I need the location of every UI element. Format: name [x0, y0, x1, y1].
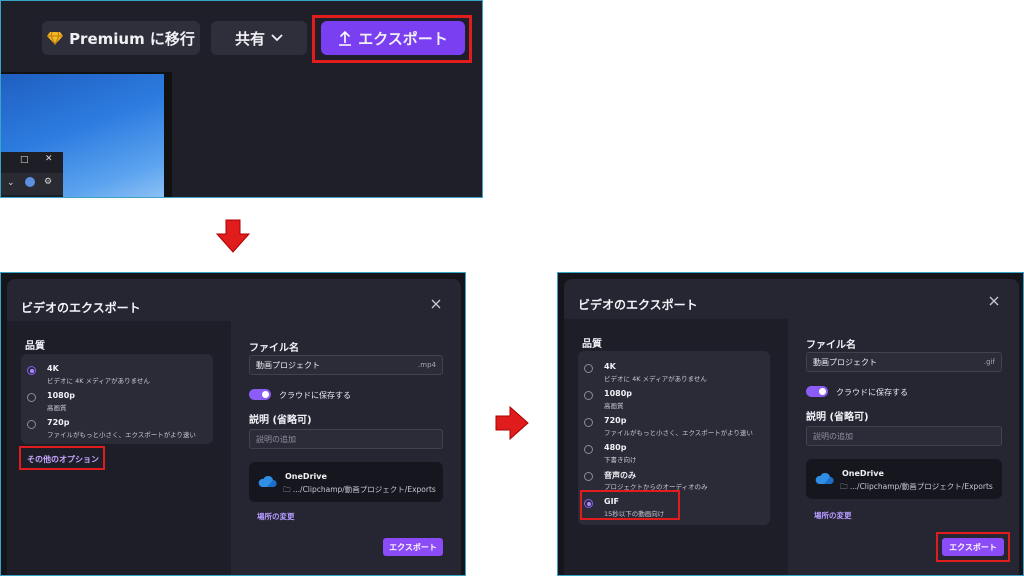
clipchamp-toolbar-screenshot: Premium に移行 共有 エクスポート □ ✕ ⌄ ⚙: [0, 0, 483, 198]
onedrive-cloud-icon: [258, 475, 277, 487]
onedrive-path: 🗀 .../Clipchamp/動画プロジェクト/Exports: [840, 482, 993, 491]
radio[interactable]: [27, 420, 36, 429]
onedrive-cloud-icon: [815, 472, 834, 484]
dialog-title: ビデオのエクスポート: [578, 298, 698, 312]
filename-label: ファイル名: [249, 343, 299, 354]
description-label: 説明 (省略可): [806, 412, 869, 423]
dialog-body: ビデオのエクスポート 品質 4K ビデオに 4K メディアがありません 1080…: [564, 279, 1019, 575]
export-dialog-more-options: ビデオのエクスポート 品質 4K ビデオに 4K メディアがありません 1080…: [557, 272, 1024, 576]
folder-icon: 🗀: [283, 485, 293, 494]
mini-toolbar: ⌄ ⚙: [1, 173, 63, 195]
onedrive-location-card: OneDrive 🗀 .../Clipchamp/動画プロジェクト/Export…: [806, 459, 1002, 499]
description-label: 説明 (省略可): [249, 415, 312, 426]
dialog-title: ビデオのエクスポート: [21, 301, 141, 315]
premium-label: Premium に移行: [69, 29, 195, 48]
share-button[interactable]: 共有: [211, 21, 307, 55]
dialog-body: ビデオのエクスポート 品質 4K ビデオに 4K メディアがありません 1080…: [7, 279, 461, 575]
more-options-highlight: [19, 446, 105, 470]
mini-window-overlay: □ ✕ ⌄ ⚙: [1, 152, 63, 197]
export-button-highlight: [936, 532, 1010, 562]
quality-label: 品質: [582, 339, 602, 350]
radio-selected[interactable]: [27, 366, 36, 375]
close-icon[interactable]: [429, 297, 443, 311]
filename-input[interactable]: 動画プロジェクト .mp4: [249, 355, 443, 375]
cloud-save-label: クラウドに保存する: [279, 391, 351, 400]
export-submit-button[interactable]: エクスポート: [383, 538, 443, 556]
share-label: 共有: [234, 29, 265, 48]
chevron-down-icon: ⌄: [7, 178, 15, 188]
cloud-save-label: クラウドに保存する: [836, 388, 908, 397]
file-extension: .gif: [983, 358, 995, 366]
radio[interactable]: [584, 391, 593, 400]
folder-icon: 🗀: [840, 482, 850, 491]
quality-label: 品質: [25, 341, 45, 352]
arrow-down-icon: [215, 219, 251, 253]
filename-input[interactable]: 動画プロジェクト .gif: [806, 352, 1002, 372]
description-input[interactable]: 説明の追加: [806, 426, 1002, 446]
chevron-down-icon: [271, 34, 283, 42]
diamond-icon: [47, 31, 64, 45]
gear-icon: ⚙: [44, 177, 53, 187]
onedrive-location-card: OneDrive 🗀 .../Clipchamp/動画プロジェクト/Export…: [249, 462, 443, 502]
file-extension: .mp4: [418, 361, 436, 369]
radio[interactable]: [584, 445, 593, 454]
onedrive-name: OneDrive: [842, 469, 884, 478]
close-icon[interactable]: [987, 294, 1001, 308]
description-input[interactable]: 説明の追加: [249, 429, 443, 449]
cloud-save-toggle[interactable]: [249, 389, 271, 400]
arrow-right-icon: [495, 405, 529, 441]
onedrive-path: 🗀 .../Clipchamp/動画プロジェクト/Exports: [283, 485, 436, 494]
radio[interactable]: [584, 364, 593, 373]
change-location-link[interactable]: 場所の変更: [257, 511, 295, 522]
gif-option-highlight: [580, 490, 680, 520]
filename-label: ファイル名: [806, 340, 856, 351]
change-location-link[interactable]: 場所の変更: [814, 510, 852, 521]
export-dialog-initial: ビデオのエクスポート 品質 4K ビデオに 4K メディアがありません 1080…: [0, 272, 466, 576]
maximize-icon: □: [20, 155, 29, 165]
quality-list: 4K ビデオに 4K メディアがありません 1080p 高画質 720p ファイ…: [21, 354, 213, 444]
close-icon: ✕: [45, 154, 53, 164]
quality-panel: 品質 4K ビデオに 4K メディアがありません 1080p 高画質 720p …: [564, 319, 788, 575]
radio[interactable]: [584, 472, 593, 481]
export-highlight-box: [312, 15, 472, 63]
radio[interactable]: [27, 393, 36, 402]
quality-panel: 品質 4K ビデオに 4K メディアがありません 1080p 高画質 720p …: [7, 321, 231, 575]
premium-upgrade-button[interactable]: Premium に移行: [42, 21, 200, 55]
globe-icon: [25, 177, 35, 187]
onedrive-name: OneDrive: [285, 472, 327, 481]
cloud-save-toggle[interactable]: [806, 386, 828, 397]
radio[interactable]: [584, 418, 593, 427]
